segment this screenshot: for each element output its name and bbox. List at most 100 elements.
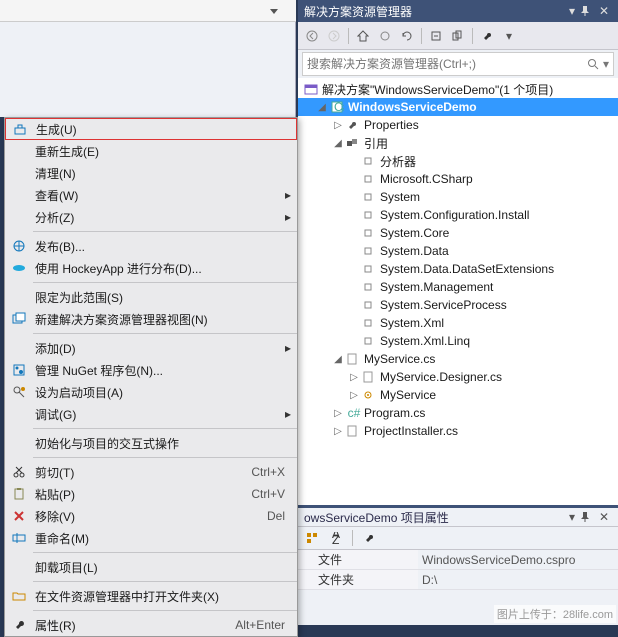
tree-label: 分析器 [380,153,416,170]
expand-icon[interactable]: ▷ [332,408,344,419]
menu-label: 分析(Z) [29,209,285,226]
preview-icon[interactable]: ▾ [499,26,519,46]
tree-label: System.Core [380,226,449,240]
menu-item[interactable]: 使用 HockeyApp 进行分布(D)... [5,257,297,279]
property-row[interactable]: 文件夹 D:\ [298,570,618,590]
properties-title: owsServiceDemo 项目属性 [304,509,564,526]
reference-node[interactable]: System.ServiceProcess [298,296,618,314]
submenu-arrow-icon: ▸ [285,341,291,355]
component-node[interactable]: ▷ MyService [298,386,618,404]
expand-icon[interactable]: ▷ [348,390,360,401]
project-node[interactable]: ◢ C# WindowsServiceDemo [298,98,618,116]
menu-shortcut: Ctrl+V [251,487,285,501]
close-icon[interactable]: ✕ [596,4,612,18]
search-box[interactable]: ▾ [302,52,614,76]
wrench-icon[interactable] [359,528,379,548]
properties-titlebar[interactable]: owsServiceDemo 项目属性 ▾ ✕ [298,508,618,526]
menu-item[interactable]: 卸载项目(L) [5,556,297,578]
menu-item[interactable]: 生成(U) [5,118,297,140]
search-input[interactable] [307,57,587,71]
search-icon[interactable] [587,58,599,70]
watermark: 图片上传于：28life.com [494,605,616,623]
showall-icon[interactable] [448,26,468,46]
property-row[interactable]: 文件 WindowsServiceDemo.cspro [298,550,618,570]
categorize-icon[interactable] [302,528,322,548]
separator [352,530,353,546]
file-node[interactable]: ▷ c# Program.cs [298,404,618,422]
menu-item[interactable]: 限定为此范围(S) [5,286,297,308]
reference-node[interactable]: System.Configuration.Install [298,206,618,224]
dropdown-icon[interactable] [270,7,278,15]
tree-label: ProjectInstaller.cs [364,424,458,438]
reference-icon [362,335,378,347]
menu-item[interactable]: 移除(V)Del [5,505,297,527]
reference-node[interactable]: System.Xml.Linq [298,332,618,350]
menu-item[interactable]: 查看(W)▸ [5,184,297,206]
dropdown-icon[interactable]: ▾ [603,57,609,71]
properties-icon[interactable] [477,26,497,46]
expand-icon[interactable]: ▷ [332,426,344,437]
panel-titlebar[interactable]: 解决方案资源管理器 ▾ ✕ [298,0,618,22]
startup-icon [9,385,29,399]
cut-icon [9,465,29,479]
menu-item[interactable]: 添加(D)▸ [5,337,297,359]
properties-node[interactable]: ▷ Properties [298,116,618,134]
reference-node[interactable]: 分析器 [298,152,618,170]
reference-node[interactable]: System.Data.DataSetExtensions [298,260,618,278]
menu-item[interactable]: 重新生成(E) [5,140,297,162]
refresh-icon[interactable] [397,26,417,46]
pin-icon[interactable] [580,6,596,16]
dropdown-icon[interactable]: ▾ [564,510,580,524]
reference-node[interactable]: System.Xml [298,314,618,332]
reference-icon [362,191,378,203]
alphabetical-icon[interactable]: AZ [326,528,346,548]
nuget-icon [9,363,29,377]
menu-separator [33,428,297,429]
reference-node[interactable]: System [298,188,618,206]
menu-label: 重命名(M) [29,530,285,547]
menu-item[interactable]: 分析(Z)▸ [5,206,297,228]
collapse-icon[interactable]: ◢ [332,354,344,365]
menu-item[interactable]: 新建解决方案资源管理器视图(N) [5,308,297,330]
reference-node[interactable]: System.Management [298,278,618,296]
menu-item[interactable]: 清理(N) [5,162,297,184]
references-node[interactable]: ◢ 引用 [298,134,618,152]
menu-item[interactable]: 重命名(M) [5,527,297,549]
menu-item[interactable]: 剪切(T)Ctrl+X [5,461,297,483]
reference-node[interactable]: Microsoft.CSharp [298,170,618,188]
pin-icon[interactable] [580,512,596,522]
dropdown-icon[interactable]: ▾ [564,4,580,18]
menu-item[interactable]: 属性(R)Alt+Enter [5,614,297,636]
property-value[interactable]: D:\ [418,570,618,589]
collapse-icon[interactable]: ◢ [332,138,344,149]
submenu-arrow-icon: ▸ [285,407,291,421]
close-icon[interactable]: ✕ [596,510,612,524]
menu-item[interactable]: 设为启动项目(A) [5,381,297,403]
back-icon[interactable] [302,26,322,46]
file-node[interactable]: ◢ MyService.cs [298,350,618,368]
file-node[interactable]: ▷ ProjectInstaller.cs [298,422,618,440]
home-icon[interactable] [353,26,373,46]
collapse-icon[interactable]: ◢ [316,102,328,113]
reference-icon [362,317,378,329]
submenu-arrow-icon: ▸ [285,210,291,224]
reference-node[interactable]: System.Data [298,242,618,260]
expand-icon[interactable]: ▷ [332,120,344,131]
menu-item[interactable]: 粘贴(P)Ctrl+V [5,483,297,505]
forward-icon[interactable] [324,26,344,46]
menu-item[interactable]: 调试(G)▸ [5,403,297,425]
solution-node[interactable]: 解决方案"WindowsServiceDemo"(1 个项目) [298,80,618,98]
menu-item[interactable]: 管理 NuGet 程序包(N)... [5,359,297,381]
expand-icon[interactable]: ▷ [348,372,360,383]
property-value[interactable]: WindowsServiceDemo.cspro [418,550,618,569]
menu-label: 重新生成(E) [29,143,285,160]
menu-item[interactable]: 发布(B)... [5,235,297,257]
menu-item[interactable]: 在文件资源管理器中打开文件夹(X) [5,585,297,607]
menu-shortcut: Alt+Enter [235,618,285,632]
sync-icon[interactable] [375,26,395,46]
reference-node[interactable]: System.Core [298,224,618,242]
reference-icon [362,209,378,221]
menu-item[interactable]: 初始化与项目的交互式操作 [5,432,297,454]
collapse-icon[interactable] [426,26,446,46]
file-node[interactable]: ▷ MyService.Designer.cs [298,368,618,386]
